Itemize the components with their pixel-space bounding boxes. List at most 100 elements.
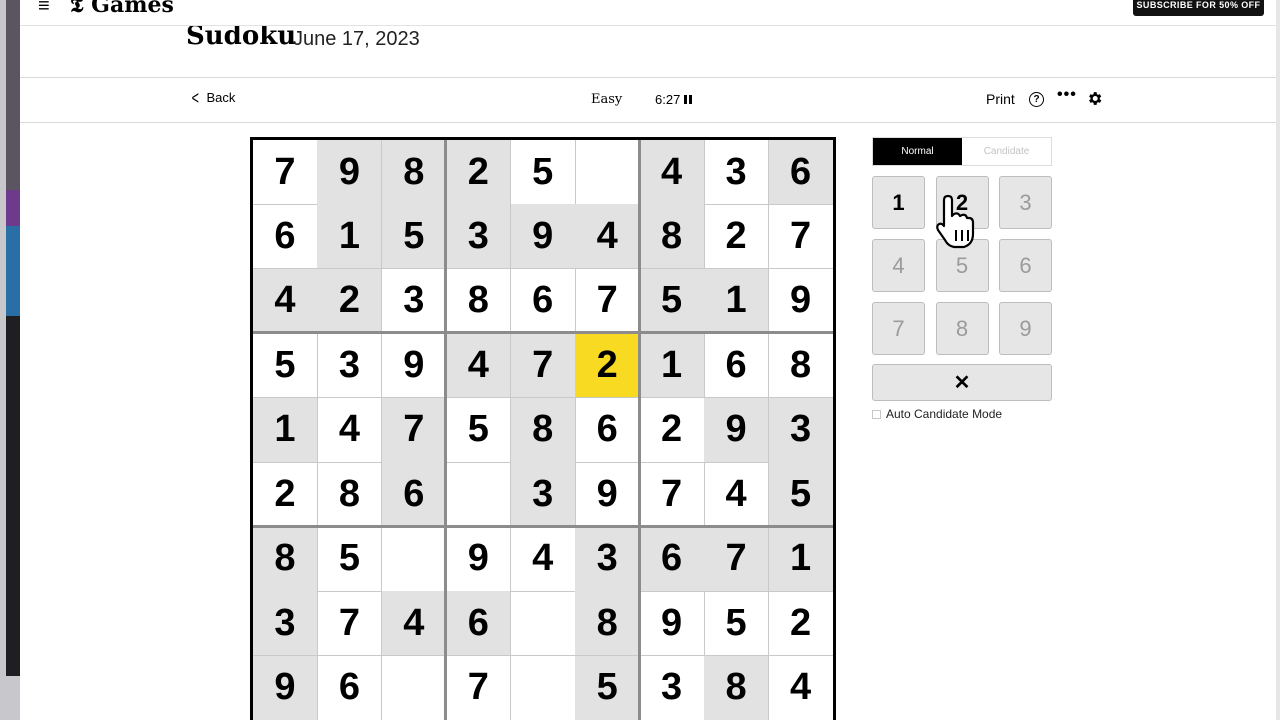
board-cell[interactable]: 7 [639,462,705,528]
board-cell[interactable] [510,655,576,720]
board-cell[interactable]: 4 [446,333,512,399]
board-cell[interactable]: 7 [510,333,576,399]
board-cell[interactable]: 9 [253,655,318,720]
board-cell[interactable]: 6 [768,140,833,205]
board-cell[interactable]: 8 [639,204,705,270]
board-cell[interactable]: 8 [510,397,576,463]
board-cell[interactable] [510,591,576,657]
board-cell[interactable]: 7 [317,591,383,657]
board-cell[interactable]: 9 [768,268,833,334]
board-cell[interactable]: 3 [317,333,383,399]
board-cell[interactable]: 3 [768,397,833,463]
board-cell[interactable]: 2 [253,462,318,528]
board-cell[interactable]: 8 [253,526,318,592]
candidate-mode-button[interactable]: Candidate [962,138,1051,165]
board-cell[interactable]: 4 [253,268,318,334]
board-cell[interactable]: 8 [381,140,447,205]
board-cell[interactable]: 9 [510,204,576,270]
auto-candidate-checkbox[interactable] [872,409,881,419]
board-cell[interactable]: 3 [704,140,770,205]
board-cell[interactable]: 5 [768,462,833,528]
board-cell[interactable]: 9 [704,397,770,463]
board-cell[interactable]: 3 [575,526,641,592]
board-cell[interactable]: 6 [704,333,770,399]
board-cell[interactable]: 2 [768,591,833,657]
board-cell[interactable]: 9 [446,526,512,592]
print-button[interactable]: Print [986,91,1015,107]
number-key-3[interactable]: 3 [999,176,1052,229]
subscribe-button[interactable]: SUBSCRIBE FOR 50% OFF [1133,0,1264,16]
erase-button[interactable]: ✕ [872,364,1052,401]
board-cell[interactable]: 4 [381,591,447,657]
board-cell[interactable]: 7 [381,397,447,463]
board-cell[interactable]: 7 [704,526,770,592]
board-cell[interactable]: 5 [446,397,512,463]
board-cell[interactable]: 2 [639,397,705,463]
board-cell[interactable]: 3 [510,462,576,528]
board-cell[interactable] [446,462,512,528]
board-cell[interactable]: 5 [381,204,447,270]
board-cell[interactable]: 6 [317,655,383,720]
board-cell[interactable]: 6 [575,397,641,463]
board-cell[interactable]: 1 [704,268,770,334]
board-cell[interactable]: 9 [381,333,447,399]
board-cell[interactable]: 1 [639,333,705,399]
number-key-7[interactable]: 7 [872,302,925,355]
board-cell[interactable]: 5 [575,655,641,720]
board-cell[interactable]: 8 [446,268,512,334]
board-cell[interactable]: 8 [317,462,383,528]
brand-logo[interactable]: 𝕿 Games [70,0,174,18]
board-cell[interactable]: 9 [575,462,641,528]
board-cell[interactable] [381,655,447,720]
board-cell[interactable]: 6 [639,526,705,592]
board-cell[interactable]: 4 [639,140,705,205]
board-cell[interactable]: 3 [381,268,447,334]
board-cell[interactable]: 4 [575,204,641,270]
board-cell[interactable]: 1 [317,204,383,270]
board-cell[interactable]: 5 [639,268,705,334]
board-cell[interactable]: 3 [253,591,318,657]
pause-icon[interactable] [684,95,693,104]
board-cell[interactable]: 9 [639,591,705,657]
help-icon[interactable]: ? [1029,92,1044,107]
number-key-2[interactable]: 2 [935,176,989,229]
board-cell[interactable]: 2 [317,268,383,334]
board-cell[interactable]: 4 [768,655,833,720]
board-cell[interactable] [575,140,641,205]
more-options-icon[interactable]: ••• [1057,86,1077,104]
board-cell[interactable]: 7 [575,268,641,334]
board-cell[interactable]: 1 [253,397,318,463]
number-key-8[interactable]: 8 [935,302,989,355]
board-cell[interactable]: 3 [446,204,512,270]
board-cell[interactable]: 5 [704,591,770,657]
board-cell[interactable]: 1 [768,526,833,592]
board-cell[interactable]: 6 [253,204,318,270]
board-cell[interactable]: 5 [317,526,383,592]
board-cell[interactable]: 9 [317,140,383,205]
hamburger-icon[interactable]: ≡ [38,0,50,16]
board-cell[interactable]: 5 [253,333,318,399]
number-key-6[interactable]: 6 [999,239,1052,292]
number-key-1[interactable]: 1 [872,176,925,229]
normal-mode-button[interactable]: Normal [873,138,962,165]
board-cell[interactable]: 5 [510,140,576,205]
board-cell[interactable]: 4 [317,397,383,463]
board-cell[interactable]: 6 [381,462,447,528]
board-cell[interactable]: 7 [253,140,318,205]
board-cell[interactable]: 2 [575,333,641,399]
board-cell[interactable]: 6 [510,268,576,334]
number-key-9[interactable]: 9 [999,302,1052,355]
board-cell[interactable] [381,526,447,592]
back-button[interactable]: < Back [190,89,236,107]
board-cell[interactable]: 2 [446,140,512,205]
board-cell[interactable]: 7 [446,655,512,720]
board-cell[interactable]: 4 [510,526,576,592]
board-cell[interactable]: 7 [768,204,833,270]
board-cell[interactable]: 4 [704,462,770,528]
board-cell[interactable]: 8 [575,591,641,657]
board-cell[interactable]: 3 [639,655,705,720]
board-cell[interactable]: 2 [704,204,770,270]
board-cell[interactable]: 6 [446,591,512,657]
number-key-5[interactable]: 5 [935,239,989,292]
number-key-4[interactable]: 4 [872,239,925,292]
